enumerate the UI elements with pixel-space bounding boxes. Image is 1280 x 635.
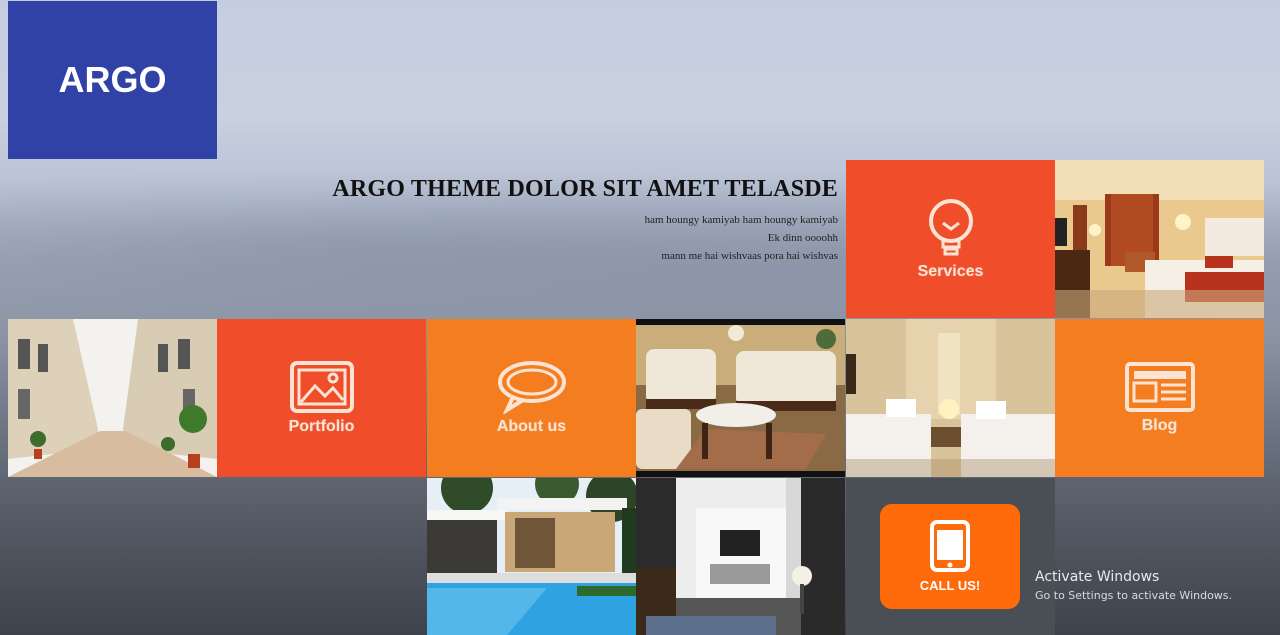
about-label: About us [496,418,567,435]
activate-windows-watermark: Activate Windows Go to Settings to activ… [1035,569,1232,602]
interior-photo [636,478,845,635]
call-label: CALL US! [919,578,981,593]
hero-line-2: Ek dinn oooohh [767,232,838,244]
about-tile[interactable]: About us [427,319,636,477]
services-tile[interactable]: Services [846,160,1055,318]
hero: ARGO THEME DOLOR SIT AMET TELASDE ham ho… [230,176,838,265]
activate-title: Activate Windows [1035,569,1160,585]
street-photo [8,319,217,477]
twin-room-photo [846,319,1055,477]
blog-tile[interactable]: Blog [1055,319,1264,477]
hero-line-1: ham houngy kamiyab ham houngy kamiyab [644,214,838,226]
image-icon [289,361,354,413]
logo-text: ARGO [58,59,167,100]
newspaper-icon [1124,362,1195,412]
hero-line-3: mann me hai wishvaas pora hai wishvas [661,250,838,262]
activate-subtitle: Go to Settings to activate Windows. [1035,589,1233,602]
portfolio-label: Portfolio [288,418,355,435]
services-label: Services [917,263,984,280]
phone-icon [930,520,970,572]
call-button[interactable]: CALL US! [880,504,1020,609]
pool-house-photo [427,478,636,635]
speech-bubble-icon [497,361,566,414]
living-room-photo [636,319,845,477]
logo[interactable]: ARGO [8,1,217,159]
hero-title: ARGO THEME DOLOR SIT AMET TELASDE [332,176,838,202]
hotel-room-photo [1055,160,1264,318]
call-tile[interactable]: CALL US! [846,478,1055,635]
portfolio-tile[interactable]: Portfolio [217,319,426,477]
lightbulb-icon [928,199,973,256]
blog-label: Blog [1141,417,1178,434]
